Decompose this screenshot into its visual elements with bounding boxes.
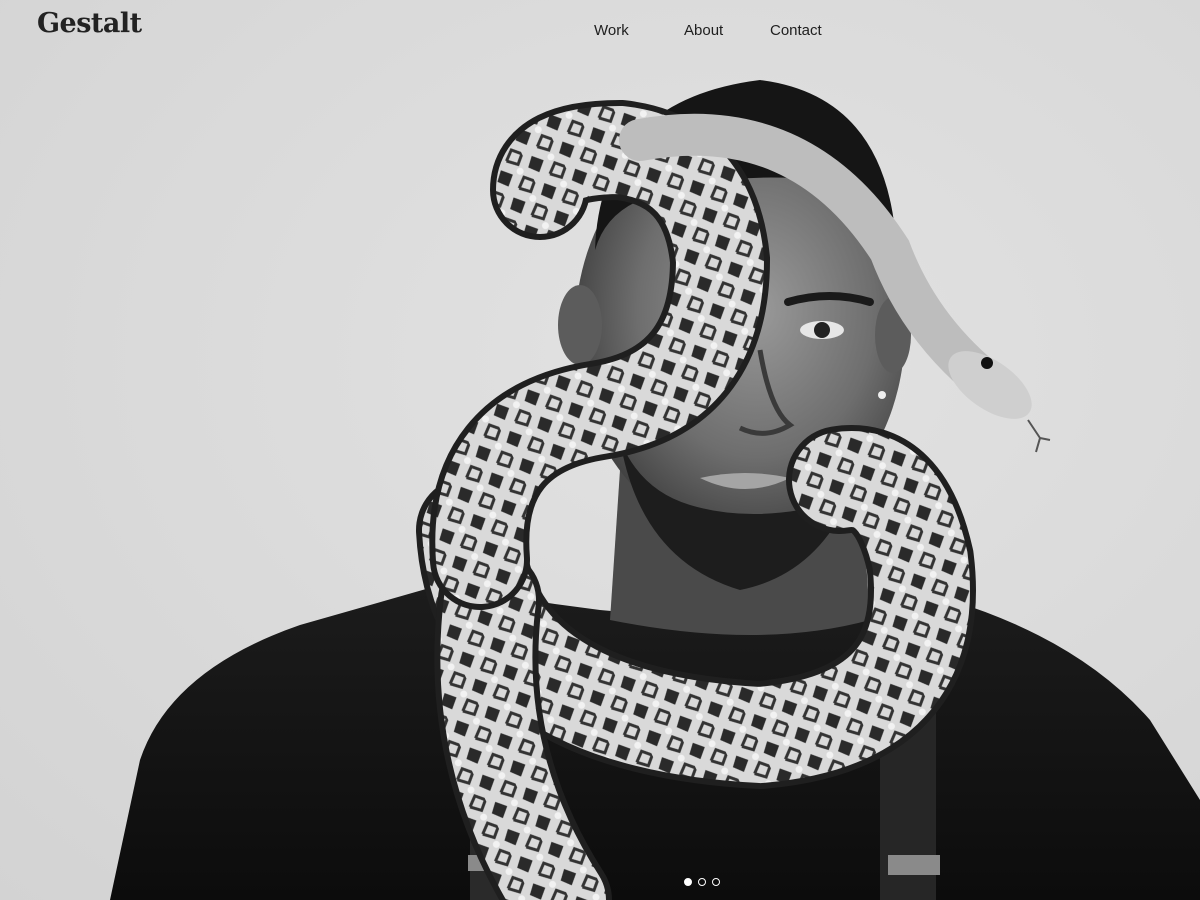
slide-pagination bbox=[684, 878, 720, 886]
slide-dot-3[interactable] bbox=[712, 878, 720, 886]
earring bbox=[878, 391, 886, 399]
slide-dot-2[interactable] bbox=[698, 878, 706, 886]
slide-dot-1[interactable] bbox=[684, 878, 692, 886]
nav-link-about[interactable]: About bbox=[684, 22, 723, 39]
nav-link-work[interactable]: Work bbox=[594, 22, 629, 39]
snake-tongue bbox=[1027, 419, 1051, 453]
page: Gestalt Work About Contact bbox=[0, 0, 1200, 900]
pupil-right bbox=[814, 322, 830, 338]
hero-image bbox=[110, 80, 1200, 900]
ear-left bbox=[558, 285, 602, 365]
suspender-clip bbox=[888, 855, 940, 875]
site-header: Gestalt Work About Contact bbox=[0, 0, 1200, 64]
nav-link-contact[interactable]: Contact bbox=[770, 22, 822, 39]
site-logo[interactable]: Gestalt bbox=[37, 8, 142, 39]
snake-eye bbox=[981, 357, 993, 369]
